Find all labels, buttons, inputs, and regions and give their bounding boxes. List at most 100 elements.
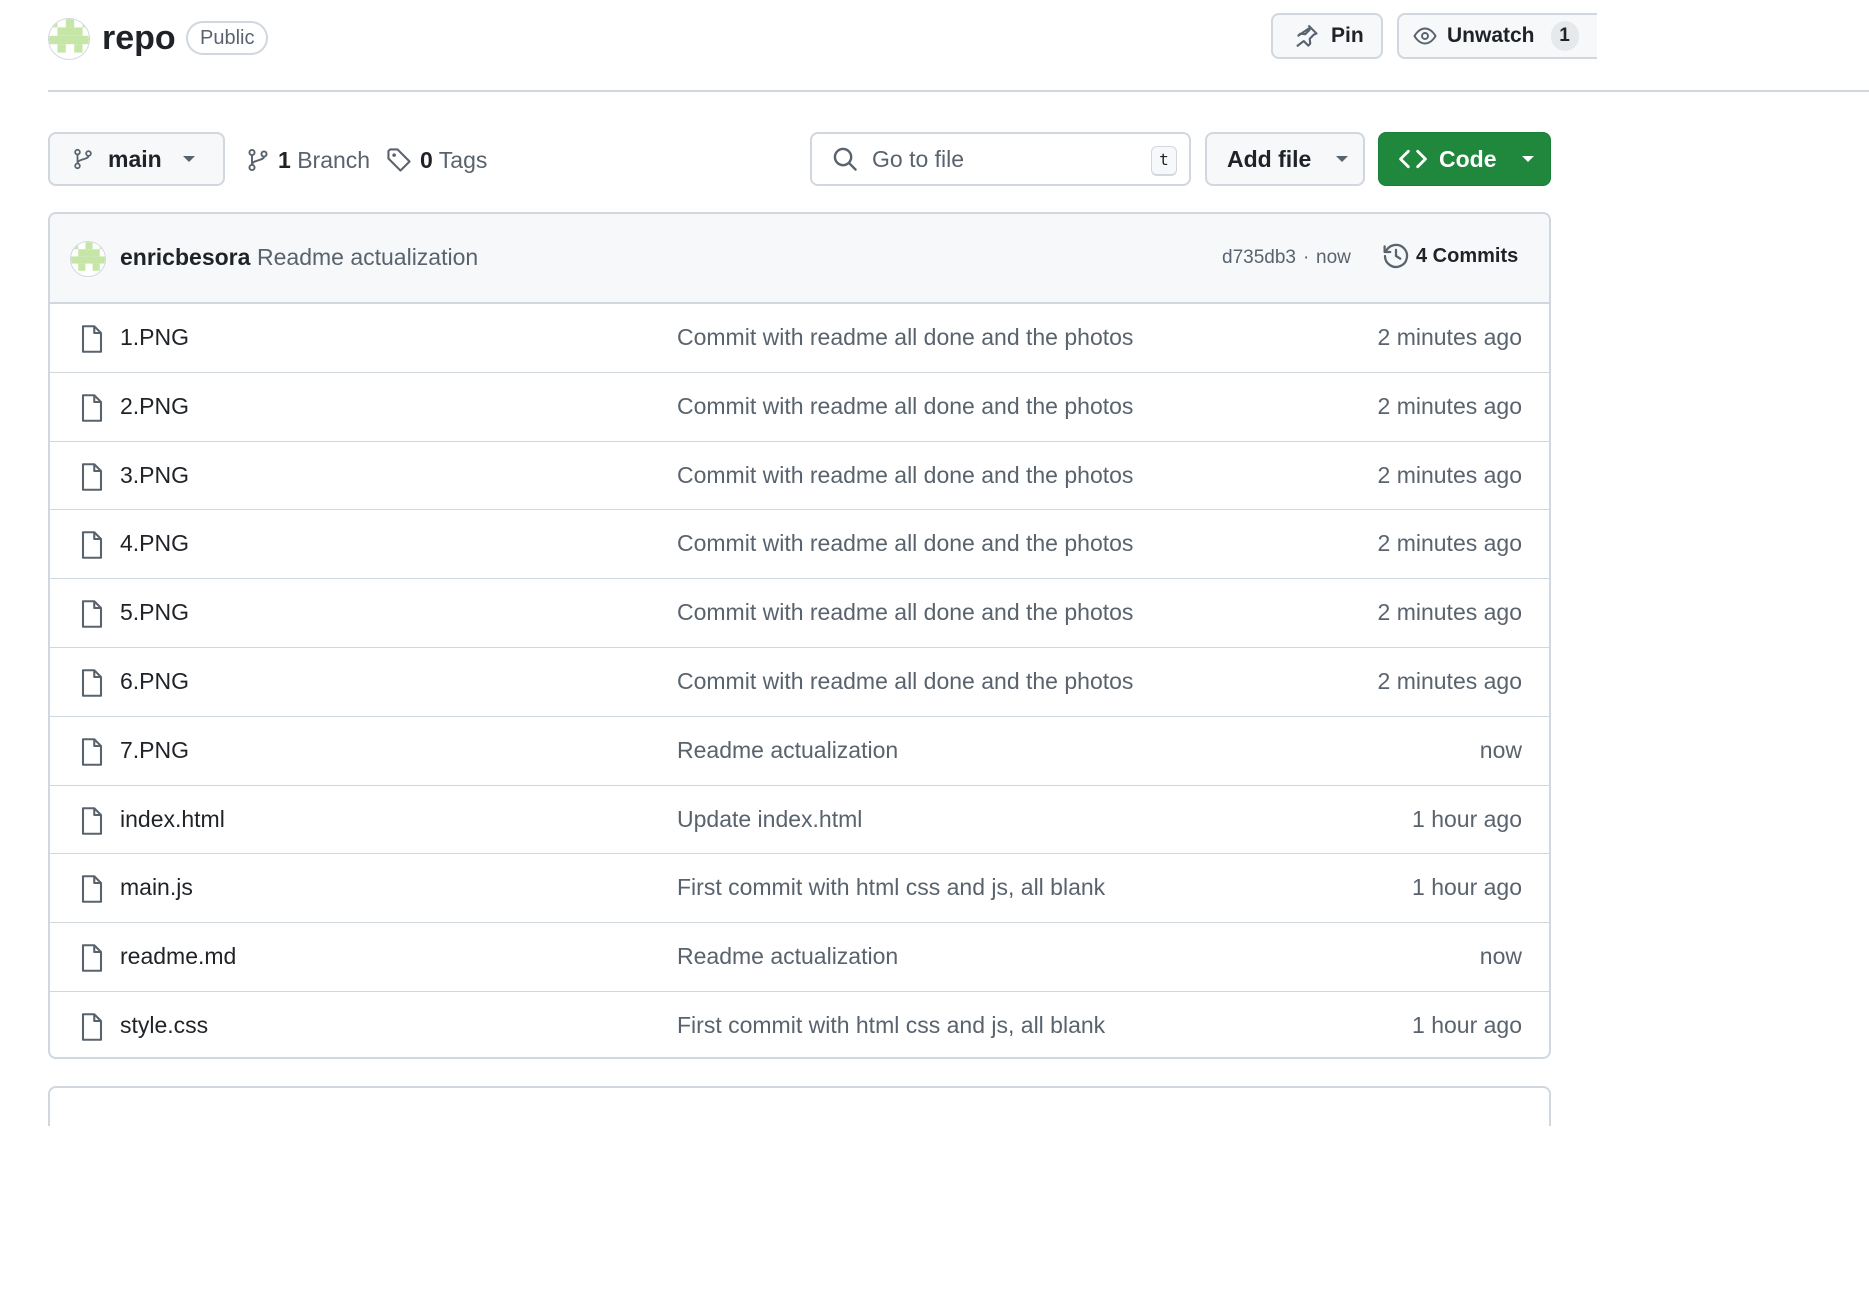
shortcut-key: t xyxy=(1151,146,1177,176)
latest-commit-bar: enricbesora Readme actualization d735db3… xyxy=(50,214,1549,304)
file-name[interactable]: 7.PNG xyxy=(120,737,189,764)
file-row[interactable]: main.js First commit with html css and js… xyxy=(50,854,1549,924)
file-icon xyxy=(81,944,103,972)
file-name[interactable]: 3.PNG xyxy=(120,462,189,489)
file-row[interactable]: style.css First commit with html css and … xyxy=(50,992,1549,1057)
file-commit-message[interactable]: Commit with readme all done and the phot… xyxy=(677,324,1133,351)
file-commit-age: 2 minutes ago xyxy=(1377,324,1522,350)
pin-label: Pin xyxy=(1331,24,1364,47)
file-icon xyxy=(81,325,103,353)
file-commit-age: 1 hour ago xyxy=(1412,805,1522,832)
file-name[interactable]: style.css xyxy=(120,1012,208,1039)
identicon-icon xyxy=(71,242,105,276)
file-commit-message[interactable]: Commit with readme all done and the phot… xyxy=(677,599,1133,626)
file-commit-message[interactable]: First commit with html css and js, all b… xyxy=(677,874,1105,901)
file-icon xyxy=(81,1013,103,1041)
branches-link[interactable]: 1 Branch xyxy=(246,140,370,180)
caret-down-icon xyxy=(182,156,195,162)
file-commit-age: 2 minutes ago xyxy=(1377,667,1522,694)
file-commit-age: now xyxy=(1479,943,1522,970)
file-icon xyxy=(81,462,103,491)
file-list: 1.PNG Commit with readme all done and the… xyxy=(50,304,1549,1057)
file-commit-age: now xyxy=(1479,736,1522,763)
file-name[interactable]: 1.PNG xyxy=(120,324,189,351)
file-row[interactable]: index.html Update index.html 1 hour ago xyxy=(50,786,1549,855)
code-label: Code xyxy=(1439,145,1497,172)
file-icon xyxy=(81,600,103,628)
file-row[interactable]: 4.PNG Commit with readme all done and the… xyxy=(50,510,1549,580)
file-commit-age: 2 minutes ago xyxy=(1377,392,1522,419)
file-name[interactable]: 4.PNG xyxy=(120,530,189,557)
repo-header: repo Public Pin Unwatch 1 xyxy=(48,0,1869,92)
file-icon xyxy=(81,531,103,560)
commits-count: 4 Commits xyxy=(1416,244,1519,267)
commit-time: now xyxy=(1316,247,1351,268)
history-icon xyxy=(1383,243,1409,269)
file-name[interactable]: main.js xyxy=(120,874,193,901)
file-commit-message[interactable]: First commit with html css and js, all b… xyxy=(677,1012,1105,1039)
file-commit-age: 1 hour ago xyxy=(1412,874,1522,901)
repo-name[interactable]: repo xyxy=(102,16,176,60)
caret-down-icon xyxy=(1521,156,1534,162)
file-row[interactable]: 1.PNG Commit with readme all done and the… xyxy=(50,304,1549,373)
visibility-badge: Public xyxy=(186,21,269,55)
file-commit-message[interactable]: Readme actualization xyxy=(677,943,898,970)
go-to-file-input[interactable] xyxy=(870,144,1120,174)
file-icon xyxy=(81,737,103,766)
file-commit-message[interactable]: Readme actualization xyxy=(677,737,898,764)
commit-separator: · xyxy=(1303,247,1310,268)
file-icon xyxy=(81,669,103,697)
branches-count: 1 xyxy=(278,146,291,173)
pin-button[interactable]: Pin xyxy=(1271,13,1383,59)
file-row[interactable]: 3.PNG Commit with readme all done and the… xyxy=(50,442,1549,511)
commit-sha[interactable]: d735db3 xyxy=(1222,247,1296,269)
file-row[interactable]: 5.PNG Commit with readme all done and the… xyxy=(50,579,1549,648)
tags-count: 0 xyxy=(420,146,433,173)
file-commit-message[interactable]: Commit with readme all done and the phot… xyxy=(677,668,1133,695)
pin-icon xyxy=(1296,24,1318,48)
file-table: enricbesora Readme actualization d735db3… xyxy=(48,212,1551,1059)
go-to-file-search[interactable]: t xyxy=(810,132,1191,186)
file-commit-message[interactable]: Update index.html xyxy=(677,806,862,833)
file-icon xyxy=(81,393,103,422)
file-commit-age: 2 minutes ago xyxy=(1377,461,1522,488)
watchers-count: 1 xyxy=(1550,21,1579,51)
file-name[interactable]: 5.PNG xyxy=(120,599,189,626)
author-avatar[interactable] xyxy=(70,241,106,277)
add-file-button[interactable]: Add file xyxy=(1205,132,1365,186)
commit-message[interactable]: Readme actualization xyxy=(257,244,478,271)
commits-history-link[interactable]: 4 Commits xyxy=(1382,242,1518,270)
readme-panel xyxy=(48,1086,1551,1126)
file-icon xyxy=(81,806,103,835)
branch-selector[interactable]: main xyxy=(48,132,225,186)
file-commit-age: 2 minutes ago xyxy=(1377,599,1522,626)
file-name[interactable]: 6.PNG xyxy=(120,668,189,695)
search-icon xyxy=(833,147,857,171)
file-commit-message[interactable]: Commit with readme all done and the phot… xyxy=(677,462,1133,489)
file-row[interactable]: readme.md Readme actualization now xyxy=(50,923,1549,992)
branches-label: Branch xyxy=(297,146,371,173)
tags-link[interactable]: 0 Tags xyxy=(386,140,487,180)
commit-author[interactable]: enricbesora xyxy=(120,244,250,271)
caret-down-icon xyxy=(1336,156,1349,162)
file-icon xyxy=(81,875,103,904)
file-commit-message[interactable]: Commit with readme all done and the phot… xyxy=(677,393,1133,420)
tag-icon xyxy=(387,148,411,172)
file-name[interactable]: index.html xyxy=(120,806,225,833)
file-row[interactable]: 6.PNG Commit with readme all done and the… xyxy=(50,648,1549,717)
file-commit-age: 1 hour ago xyxy=(1412,1011,1522,1038)
git-branch-icon xyxy=(74,148,92,170)
file-commit-age: 2 minutes ago xyxy=(1377,530,1522,557)
git-branch-icon xyxy=(248,148,268,172)
file-row[interactable]: 2.PNG Commit with readme all done and the… xyxy=(50,373,1549,442)
unwatch-button[interactable]: Unwatch 1 xyxy=(1397,13,1597,59)
tags-label: Tags xyxy=(438,146,488,173)
code-icon xyxy=(1399,149,1427,169)
code-button[interactable]: Code xyxy=(1378,132,1551,186)
file-name[interactable]: 2.PNG xyxy=(120,393,189,420)
file-commit-message[interactable]: Commit with readme all done and the phot… xyxy=(677,530,1133,557)
file-name[interactable]: readme.md xyxy=(120,943,236,970)
file-row[interactable]: 7.PNG Readme actualization now xyxy=(50,717,1549,786)
owner-avatar[interactable] xyxy=(48,18,90,60)
identicon-icon xyxy=(49,19,89,59)
